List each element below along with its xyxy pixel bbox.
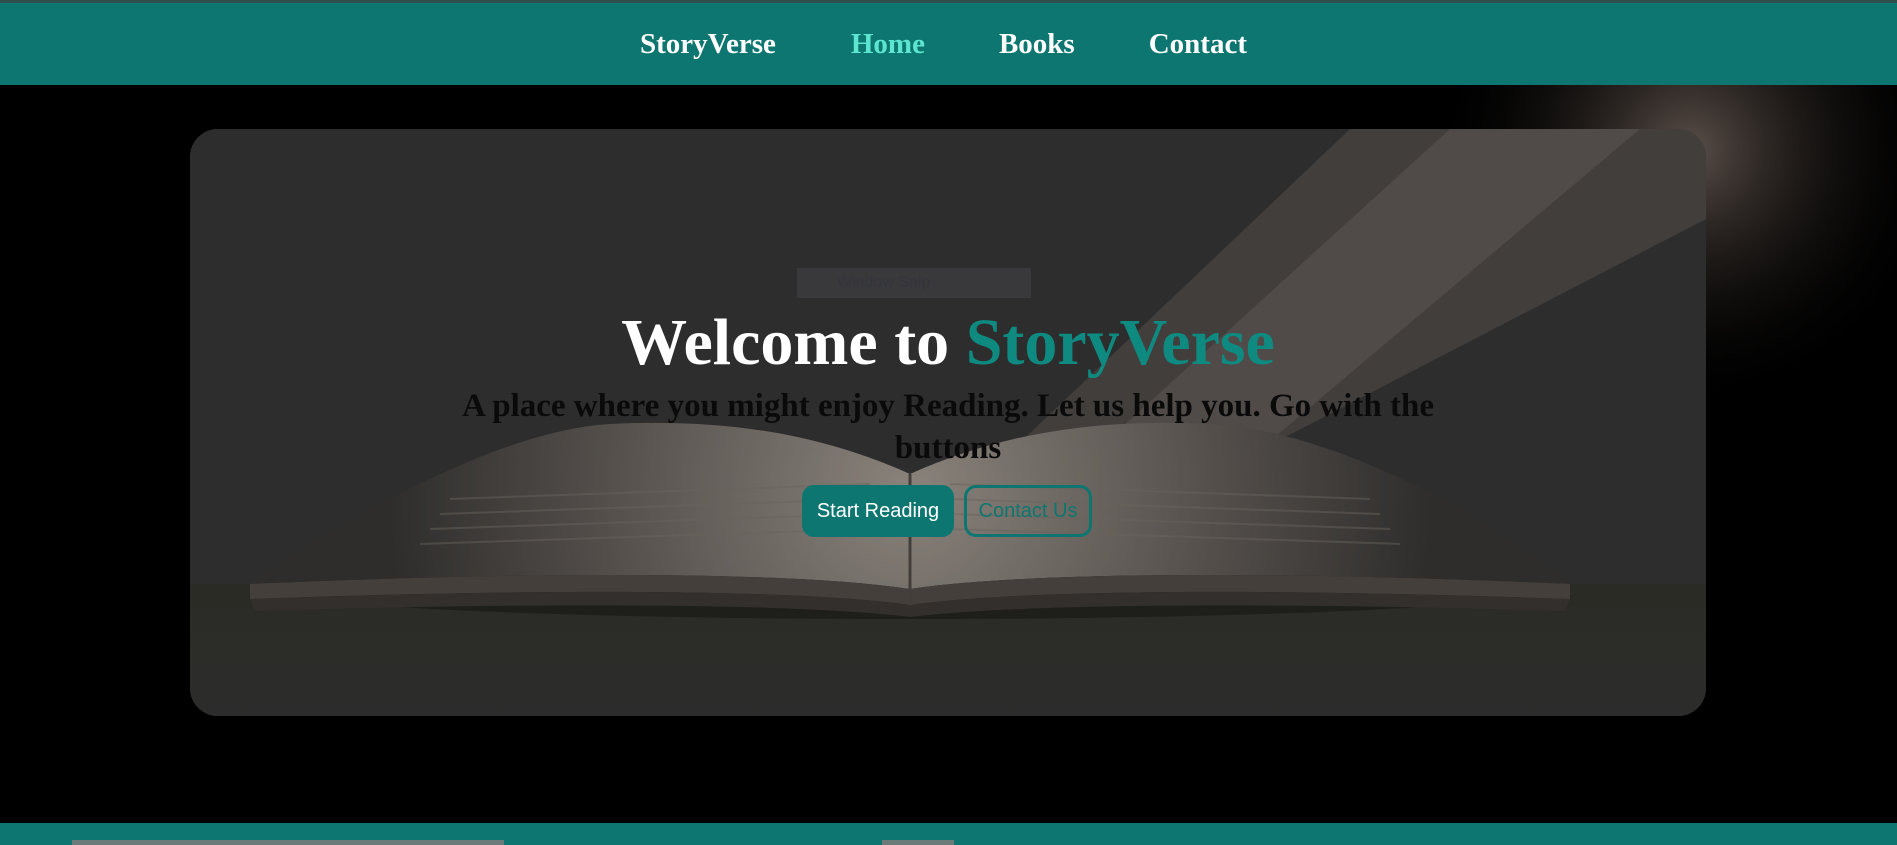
- hero-content: Window Snip Welcome to StoryVerse A plac…: [190, 129, 1706, 716]
- hero-subtitle: A place where you might enjoy Reading. L…: [461, 388, 1435, 466]
- hero-title-accent: StoryVerse: [965, 306, 1275, 379]
- nav-link-home[interactable]: Home: [851, 28, 925, 61]
- nav-link-contact[interactable]: Contact: [1149, 28, 1247, 61]
- top-navigation-bar: StoryVerse Home Books Contact: [0, 0, 1897, 85]
- main-nav: StoryVerse Home Books Contact: [603, 28, 1284, 61]
- contact-us-button[interactable]: Contact Us: [964, 485, 1092, 537]
- start-reading-button[interactable]: Start Reading: [802, 485, 954, 537]
- bottom-bar: [0, 823, 1897, 845]
- page: StoryVerse Home Books Contact Window Sni…: [0, 0, 1897, 845]
- bottom-bar-scroll-segment: [882, 840, 954, 845]
- hero-card: Window Snip Welcome to StoryVerse A plac…: [190, 129, 1706, 716]
- hero-title-prefix: Welcome to: [621, 306, 966, 379]
- nav-link-books[interactable]: Books: [999, 28, 1075, 61]
- nav-brand-storyverse[interactable]: StoryVerse: [640, 28, 776, 61]
- bottom-bar-scroll-segment: [72, 840, 504, 845]
- hero-title: Welcome to StoryVerse: [190, 306, 1706, 380]
- window-snip-overlay: Window Snip: [797, 268, 1031, 298]
- hero-button-row: Start Reading Contact Us: [802, 485, 1092, 537]
